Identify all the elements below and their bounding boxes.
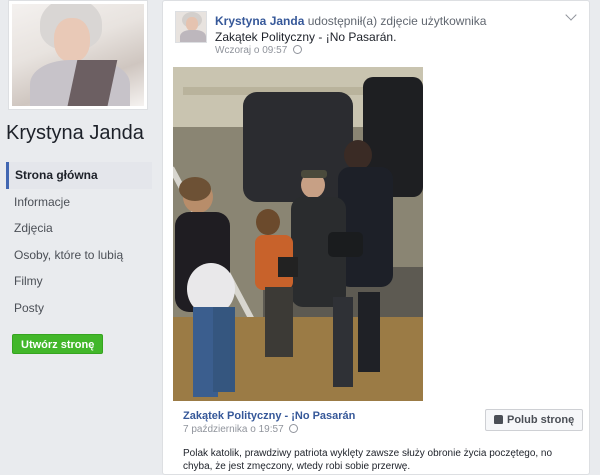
shared-page-link[interactable]: Zakątek Polityczny - ¡No Pasarán. — [215, 29, 555, 45]
nav-item-home[interactable]: Strona główna — [6, 162, 152, 189]
post-header: Krystyna Janda udostępnił(a) zdjęcie uży… — [215, 13, 555, 45]
profile-photo — [12, 4, 144, 106]
shared-date: 7 października o 19:57 — [183, 424, 299, 435]
author-avatar[interactable] — [175, 11, 207, 43]
shared-page-name[interactable]: Zakątek Polityczny - ¡No Pasarán — [183, 410, 355, 422]
page-sidebar: Krystyna Janda Strona główna Informacje … — [0, 0, 160, 475]
post-timestamp[interactable]: Wczoraj o 09:57 — [215, 45, 287, 56]
globe-icon — [293, 45, 303, 54]
thumbs-up-icon — [494, 415, 503, 424]
profile-picture[interactable] — [8, 0, 148, 110]
author-link[interactable]: Krystyna Janda — [215, 14, 304, 28]
shared-timestamp[interactable]: 7 października o 19:57 — [183, 424, 284, 435]
page-nav: Strona główna Informacje Zdjęcia Osoby, … — [6, 162, 152, 321]
like-page-button[interactable]: Polub stronę — [485, 409, 584, 431]
nav-item-posts[interactable]: Posty — [6, 295, 152, 322]
nav-item-photos[interactable]: Zdjęcia — [6, 215, 152, 242]
post-meta: Wczoraj o 09:57 — [215, 45, 303, 56]
post-photo[interactable] — [173, 67, 423, 401]
like-page-label: Polub stronę — [507, 414, 575, 426]
chevron-down-icon[interactable] — [565, 9, 577, 21]
nav-item-about[interactable]: Informacje — [6, 189, 152, 216]
create-page-button[interactable]: Utwórz stronę — [12, 334, 104, 354]
share-action-text: udostępnił(a) zdjęcie użytkownika — [307, 14, 487, 28]
nav-item-videos[interactable]: Filmy — [6, 268, 152, 295]
globe-icon — [289, 424, 299, 433]
post-text: Polak katolik, prawdziwy patriota wyklęt… — [183, 448, 553, 472]
subway-scene-image — [173, 67, 423, 401]
post-card: Krystyna Janda udostępnił(a) zdjęcie uży… — [162, 0, 590, 475]
nav-item-likes[interactable]: Osoby, które to lubią — [6, 242, 152, 269]
page-title: Krystyna Janda — [6, 122, 144, 144]
